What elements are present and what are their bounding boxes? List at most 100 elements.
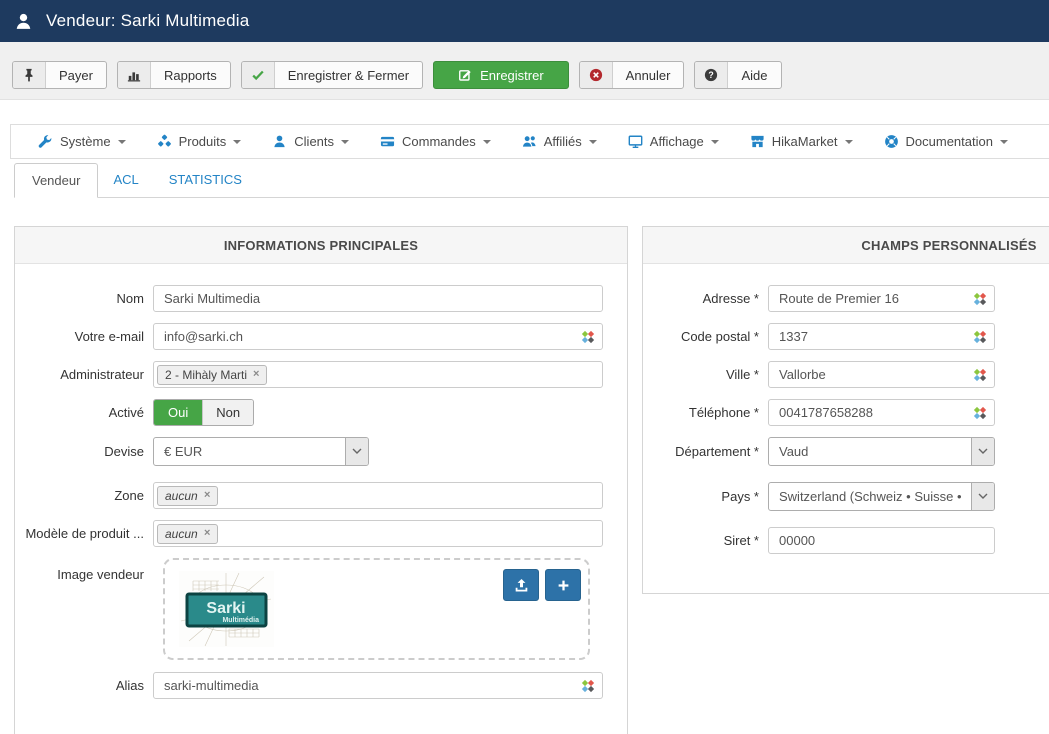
field-telephone: Téléphone * (643, 399, 1049, 426)
field-label: Alias (15, 678, 153, 693)
menu-item-label: Affichage (650, 134, 704, 149)
store-icon (750, 134, 765, 149)
select-arrow (971, 438, 994, 465)
upload-image-button[interactable] (503, 569, 539, 601)
menu-item-label: Système (60, 134, 111, 149)
save-button-label: Enregistrer (480, 68, 544, 83)
help-button[interactable]: ? Aide (694, 61, 781, 89)
pays-select[interactable]: Switzerland (Schweiz • Suisse • (768, 482, 995, 511)
bar-chart-icon (118, 62, 151, 88)
translate-diamonds-icon[interactable] (973, 292, 987, 306)
code-postal-input[interactable] (768, 323, 995, 350)
add-image-button[interactable] (545, 569, 581, 601)
modele-tag-input[interactable]: aucun× (153, 520, 603, 547)
tab-acl[interactable]: ACL (98, 163, 153, 197)
pay-button[interactable]: Payer (12, 61, 107, 89)
tab-vendeur[interactable]: Vendeur (14, 163, 98, 198)
plus-icon (556, 578, 571, 593)
zone-tag-input[interactable]: aucun× (153, 482, 603, 509)
main-menu: Système Produits Clients Commandes Affil… (10, 124, 1049, 159)
field-alias: Alias (15, 672, 627, 699)
upload-icon (514, 578, 529, 593)
devise-select[interactable]: € EUR (153, 437, 369, 466)
field-image-vendeur: Image vendeur (15, 558, 627, 660)
toggle-no[interactable]: Non (202, 400, 253, 425)
field-adresse: Adresse * (643, 285, 1049, 312)
field-label: Votre e-mail (15, 329, 153, 344)
siret-input[interactable] (768, 527, 995, 554)
menu-item-commandes[interactable]: Commandes (380, 134, 491, 149)
chip-remove-icon[interactable]: × (204, 490, 210, 501)
translate-diamonds-icon[interactable] (973, 368, 987, 382)
chevron-down-icon (483, 140, 491, 144)
check-icon (242, 62, 275, 88)
translate-diamonds-icon[interactable] (581, 330, 595, 344)
wrench-icon (38, 134, 53, 149)
chip-remove-icon[interactable]: × (204, 528, 210, 539)
menu-item-produits[interactable]: Produits (157, 134, 242, 149)
field-modele-produit: Modèle de produit ... aucun× (15, 520, 627, 547)
field-pays: Pays * Switzerland (Schweiz • Suisse • (643, 482, 1049, 511)
field-ville: Ville * (643, 361, 1049, 388)
user-icon (272, 134, 287, 149)
select-arrow (971, 483, 994, 510)
save-close-button[interactable]: Enregistrer & Fermer (241, 61, 423, 89)
toolbar: Payer Rapports Enregistrer & Fermer Enre… (0, 42, 1049, 100)
zone-chip: aucun× (157, 486, 218, 506)
menu-item-hikamarket[interactable]: HikaMarket (750, 134, 853, 149)
field-email: Votre e-mail (15, 323, 627, 350)
menu-item-documentation[interactable]: Documentation (884, 134, 1008, 149)
reports-button[interactable]: Rapports (117, 61, 231, 89)
field-label: Activé (15, 405, 153, 420)
field-label: Siret * (643, 533, 768, 548)
menu-item-affichage[interactable]: Affichage (628, 134, 719, 149)
alias-input[interactable] (153, 672, 603, 699)
field-label: Administrateur (15, 367, 153, 382)
translate-diamonds-icon[interactable] (581, 679, 595, 693)
save-button[interactable]: Enregistrer (433, 61, 569, 89)
tab-statistics[interactable]: STATISTICS (154, 163, 257, 197)
field-label: Ville * (643, 367, 768, 382)
telephone-input[interactable] (768, 399, 995, 426)
menu-item-label: Commandes (402, 134, 476, 149)
field-devise: Devise € EUR (15, 437, 627, 466)
admin-tag-input[interactable]: 2 - Mihàly Marti× (153, 361, 603, 388)
menu-item-label: Affiliés (544, 134, 582, 149)
toggle-yes[interactable]: Oui (154, 400, 202, 425)
page: Vendeur: Sarki Multimedia Payer Rapports… (0, 0, 1049, 734)
display-icon (628, 134, 643, 149)
cancel-button[interactable]: Annuler (579, 61, 685, 89)
cancel-button-label: Annuler (613, 62, 684, 88)
cubes-icon (157, 134, 172, 149)
translate-diamonds-icon[interactable] (973, 330, 987, 344)
email-input[interactable] (153, 323, 603, 350)
nom-input[interactable] (153, 285, 603, 312)
adresse-input[interactable] (768, 285, 995, 312)
ville-input[interactable] (768, 361, 995, 388)
field-label: Pays * (643, 489, 768, 504)
field-departement: Département * Vaud (643, 437, 1049, 466)
departement-selected-value: Vaud (769, 438, 971, 465)
reports-button-label: Rapports (151, 62, 230, 88)
users-icon (522, 134, 537, 149)
menu-item-clients[interactable]: Clients (272, 134, 349, 149)
help-circle-icon: ? (695, 62, 728, 88)
image-dropzone[interactable]: Sarki Multimédia (163, 558, 590, 660)
field-nom: Nom (15, 285, 627, 312)
chip-remove-icon[interactable]: × (253, 369, 259, 380)
field-label: Nom (15, 291, 153, 306)
departement-select[interactable]: Vaud (768, 437, 995, 466)
field-administrateur: Administrateur 2 - Mihàly Marti× (15, 361, 627, 388)
help-button-label: Aide (728, 62, 780, 88)
field-label: Devise (15, 444, 153, 459)
panel-title: INFORMATIONS PRINCIPALES (15, 227, 627, 264)
page-title: Vendeur: Sarki Multimedia (46, 11, 249, 31)
modele-chip: aucun× (157, 524, 218, 544)
menu-item-affilies[interactable]: Affiliés (522, 134, 597, 149)
panel-informations-principales: INFORMATIONS PRINCIPALES Nom Votre e-mai… (14, 226, 628, 734)
menu-item-systeme[interactable]: Système (38, 134, 126, 149)
field-label: Modèle de produit ... (15, 526, 153, 541)
translate-diamonds-icon[interactable] (973, 406, 987, 420)
devise-selected-value: € EUR (154, 438, 345, 465)
cancel-circle-icon (580, 62, 613, 88)
